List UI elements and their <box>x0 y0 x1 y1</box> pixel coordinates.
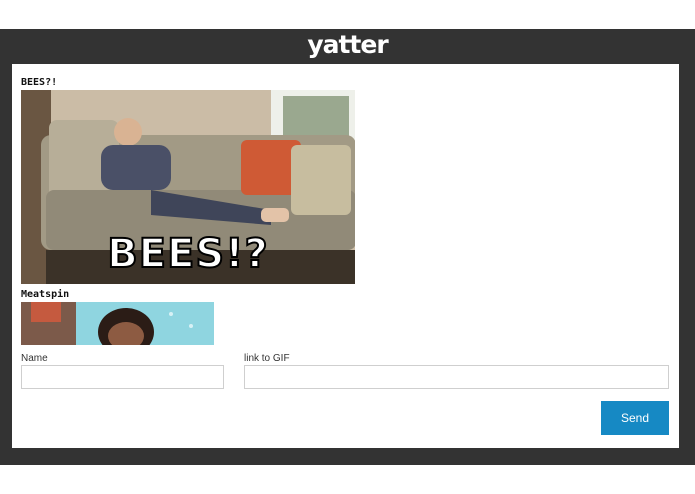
message-title: Meatspin <box>21 289 70 300</box>
send-button[interactable]: Send <box>601 401 669 435</box>
gif-link-input[interactable] <box>244 365 669 389</box>
app-frame: yatter BEES?! BEES!? Meatspin Name link … <box>0 29 695 465</box>
meatspin-gif-image <box>21 302 214 345</box>
message-title: BEES?! <box>21 77 58 88</box>
name-input[interactable] <box>21 365 224 389</box>
gif-caption: BEES!? <box>106 230 269 278</box>
message-gif[interactable] <box>21 302 214 345</box>
gif-link-label: link to GIF <box>244 353 290 364</box>
message-gif[interactable]: BEES!? <box>21 90 355 284</box>
logo: yatter <box>307 30 388 59</box>
chat-panel: BEES?! BEES!? Meatspin Name link to GIF … <box>12 64 679 448</box>
name-label: Name <box>21 353 48 364</box>
